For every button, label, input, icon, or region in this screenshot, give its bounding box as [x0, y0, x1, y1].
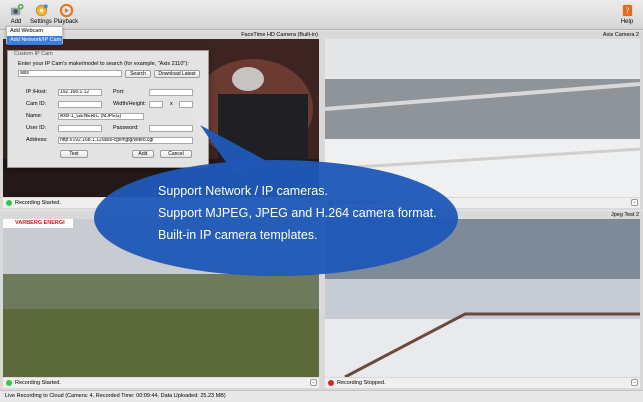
camera-title: Axis Camera 2	[602, 32, 639, 38]
camera-status-text: Recording Stopped.	[337, 380, 386, 386]
dialog-legend: Custom IP Cam	[14, 51, 53, 57]
dimension-separator: x	[170, 101, 173, 107]
help-button[interactable]: ? Help	[612, 3, 642, 28]
callout-line-3: Built-in IP camera templates.	[158, 228, 318, 242]
user-id-field[interactable]	[58, 125, 102, 132]
cam-id-label: Cam ID:	[26, 101, 47, 107]
camera-image	[325, 219, 640, 377]
password-field[interactable]	[149, 125, 193, 132]
status-indicator	[6, 200, 12, 206]
camera-feed-4[interactable]	[325, 219, 640, 377]
camera-title: FaceTime HD Camera (Built-in)	[241, 32, 318, 38]
camera-status-bar: Recording Started. ⌄	[3, 378, 319, 388]
callout-line-2: Support MJPEG, JPEG and H.264 camera for…	[158, 206, 437, 220]
chevron-down-icon[interactable]: ⌄	[310, 199, 317, 206]
search-prompt: Enter your IP Cam's make/model to search…	[18, 61, 189, 67]
help-label: Help	[620, 19, 634, 25]
chevron-down-icon[interactable]: ⌄	[310, 379, 317, 386]
camera-overlay-logo: VARBERG ENERGI	[15, 220, 65, 226]
model-search-input[interactable]: axis	[18, 70, 122, 77]
chevron-down-icon[interactable]: ⌄	[631, 379, 638, 386]
port-field[interactable]	[149, 89, 193, 96]
add-menu: Add Webcam Add Network/IP Cam	[6, 26, 63, 45]
ip-host-label: IP /Host:	[26, 89, 47, 95]
camera-status-text: Recording Started.	[15, 200, 61, 206]
port-label: Port:	[113, 89, 125, 95]
playback-label: Playback	[53, 19, 79, 25]
search-button[interactable]: Search	[125, 70, 151, 78]
height-field[interactable]	[179, 101, 193, 108]
cancel-button[interactable]: Cancel	[160, 150, 192, 158]
gear-icon	[35, 4, 48, 17]
test-button[interactable]: Test	[60, 150, 88, 158]
menu-item-add-webcam[interactable]: Add Webcam	[7, 27, 62, 36]
name-label: Name:	[26, 113, 43, 119]
width-height-label: Width/Height:	[113, 101, 147, 107]
camera-feed-2[interactable]	[325, 39, 640, 197]
help-icon: ?	[622, 4, 632, 17]
status-indicator	[6, 380, 12, 386]
camera-title: Jpeg Test 2	[610, 212, 639, 218]
status-bar: Live Recording to Cloud (Camera: 4, Reco…	[0, 390, 643, 402]
cam-id-field[interactable]	[58, 101, 102, 108]
width-field[interactable]	[149, 101, 163, 108]
address-field[interactable]: http://192.168.1.12/axis-cgi/mjpg/video.…	[58, 137, 193, 144]
camera-status-bar: Recording Stopped. ⌄	[325, 378, 640, 388]
name-field[interactable]: Axis 1_GENERIC (MJPEG)	[58, 113, 144, 120]
user-id-label: User ID:	[26, 125, 47, 131]
ip-host-field[interactable]: 192.168.1.12	[58, 89, 102, 96]
download-latest-button[interactable]: Download Latest	[154, 70, 200, 78]
toolbar: Add Settings Playback ? Help	[0, 0, 643, 30]
menu-item-add-network-cam[interactable]: Add Network/IP Cam	[7, 36, 62, 45]
playback-icon	[59, 3, 73, 18]
playback-button[interactable]: Playback	[51, 3, 81, 28]
add-button[interactable]: Add	[132, 150, 154, 158]
svg-text:?: ?	[625, 6, 629, 15]
add-camera-icon	[10, 3, 24, 16]
password-label: Password:	[113, 125, 139, 131]
camera-image	[325, 39, 640, 197]
camera-panel-2: Axis Camera 2 Recording Started. ⌄	[322, 31, 643, 210]
callout-line-1: Support Network / IP cameras.	[158, 184, 328, 198]
chevron-down-icon[interactable]: ⌄	[631, 199, 638, 206]
address-label: Address:	[26, 137, 48, 143]
status-indicator	[328, 380, 334, 386]
camera-panel-4: Jpeg Test 2 Recording Stopped. ⌄	[322, 211, 643, 390]
custom-ip-cam-dialog: Custom IP Cam Enter your IP Cam's make/m…	[7, 50, 209, 168]
camera-status-text: Recording Started.	[15, 380, 61, 386]
